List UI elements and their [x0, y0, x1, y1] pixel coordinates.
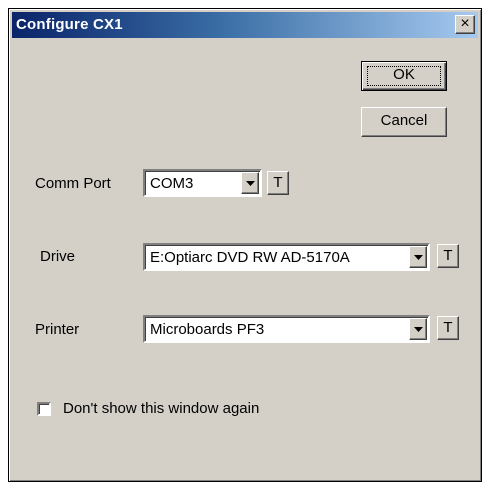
- drive-select[interactable]: E:Optiarc DVD RW AD-5170A: [143, 243, 430, 271]
- drive-test-button[interactable]: T: [437, 244, 459, 268]
- chevron-down-icon: [414, 327, 423, 332]
- drive-test-label: T: [443, 247, 453, 264]
- focus-rect: [367, 66, 441, 86]
- printer-value: Microboards PF3: [150, 321, 265, 338]
- close-icon: ×: [460, 15, 470, 32]
- comm-port-test-button[interactable]: T: [267, 171, 289, 195]
- ok-button[interactable]: OK: [361, 61, 447, 91]
- close-button[interactable]: ×: [455, 15, 475, 34]
- window-title: Configure CX1: [16, 16, 123, 33]
- drive-label: Drive: [40, 248, 76, 265]
- dont-show-again-label[interactable]: Don't show this window again: [63, 400, 259, 417]
- comm-port-dropdown-button[interactable]: [241, 172, 259, 194]
- printer-select[interactable]: Microboards PF3: [143, 315, 430, 343]
- comm-port-select[interactable]: COM3: [143, 169, 262, 197]
- dont-show-again-checkbox[interactable]: [37, 402, 51, 416]
- printer-test-button[interactable]: T: [437, 316, 459, 340]
- comm-port-value: COM3: [150, 175, 194, 192]
- comm-port-label: Comm Port: [35, 175, 111, 192]
- comm-port-test-label: T: [273, 174, 283, 191]
- printer-label: Printer: [35, 321, 80, 338]
- cancel-button-label: Cancel: [380, 112, 428, 129]
- title-bar[interactable]: Configure CX1 ×: [12, 12, 478, 38]
- chevron-down-icon: [414, 255, 423, 260]
- chevron-down-icon: [246, 181, 255, 186]
- drive-dropdown-button[interactable]: [409, 246, 427, 268]
- configure-dialog: Configure CX1 × OK Cancel Comm Port COM3…: [8, 8, 482, 482]
- cancel-button[interactable]: Cancel: [361, 107, 447, 137]
- printer-test-label: T: [443, 319, 453, 336]
- printer-dropdown-button[interactable]: [409, 318, 427, 340]
- drive-value: E:Optiarc DVD RW AD-5170A: [150, 249, 350, 266]
